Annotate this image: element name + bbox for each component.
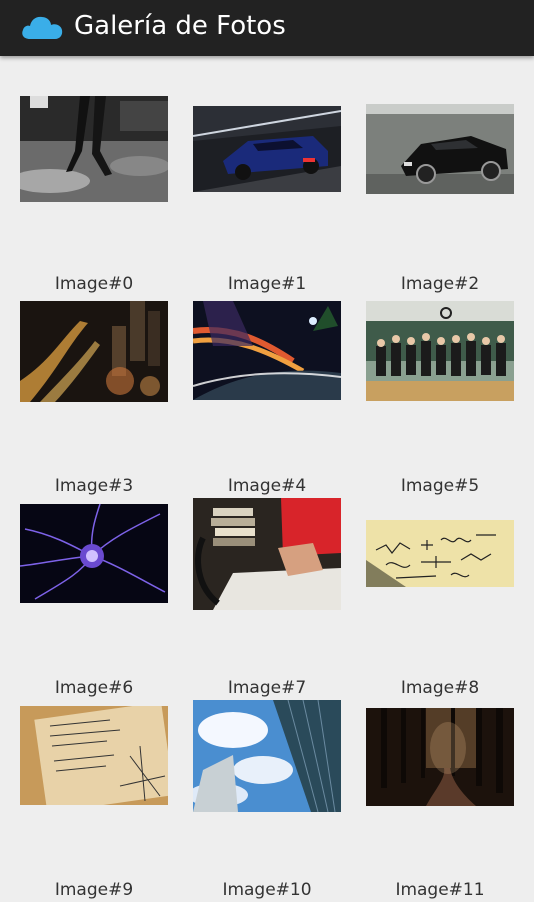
- photo-thumbnail[interactable]: [366, 104, 514, 194]
- gallery-item-1[interactable]: Image#1: [181, 96, 353, 296]
- photo-thumbnail[interactable]: [366, 520, 514, 587]
- photo-thumbnail[interactable]: [20, 96, 168, 202]
- photo-thumbnail[interactable]: [366, 708, 514, 806]
- action-bar: Galería de Fotos: [0, 0, 534, 56]
- photo-grid: Image#0 Image#1 Image#2 Image#3 Image#4 …: [0, 56, 534, 900]
- image-caption: Image#6: [54, 678, 134, 698]
- gallery-item-4[interactable]: Image#4: [181, 298, 353, 498]
- image-caption: Image#9: [54, 880, 134, 900]
- app-title: Galería de Fotos: [74, 11, 286, 41]
- image-caption: Image#2: [400, 274, 480, 294]
- image-caption: Image#11: [395, 880, 485, 900]
- image-caption: Image#0: [54, 274, 134, 294]
- photo-thumbnail[interactable]: [366, 301, 514, 401]
- photo-thumbnail[interactable]: [193, 301, 341, 400]
- photo-thumbnail[interactable]: [193, 106, 341, 192]
- image-caption: Image#4: [227, 476, 307, 496]
- gallery-item-9[interactable]: Image#9: [8, 702, 180, 902]
- image-caption: Image#7: [227, 678, 307, 698]
- gallery-item-3[interactable]: Image#3: [8, 298, 180, 498]
- image-caption: Image#10: [222, 880, 312, 900]
- gallery-item-11[interactable]: Image#11: [354, 702, 526, 902]
- photo-thumbnail[interactable]: [20, 706, 168, 805]
- image-caption: Image#3: [54, 476, 134, 496]
- image-caption: Image#5: [400, 476, 480, 496]
- gallery-item-7[interactable]: Image#7: [181, 498, 353, 700]
- photo-thumbnail[interactable]: [193, 498, 341, 610]
- photo-thumbnail[interactable]: [20, 301, 168, 402]
- gallery-item-10[interactable]: Image#10: [181, 700, 353, 902]
- photo-thumbnail[interactable]: [20, 504, 168, 603]
- cloud-icon[interactable]: [20, 14, 64, 40]
- image-caption: Image#1: [227, 274, 307, 294]
- gallery-item-2[interactable]: Image#2: [354, 96, 526, 296]
- photo-thumbnail[interactable]: [193, 700, 341, 812]
- gallery-item-0[interactable]: Image#0: [8, 96, 180, 296]
- gallery-item-8[interactable]: Image#8: [354, 500, 526, 700]
- gallery-item-5[interactable]: Image#5: [354, 298, 526, 498]
- gallery-item-6[interactable]: Image#6: [8, 500, 180, 700]
- image-caption: Image#8: [400, 678, 480, 698]
